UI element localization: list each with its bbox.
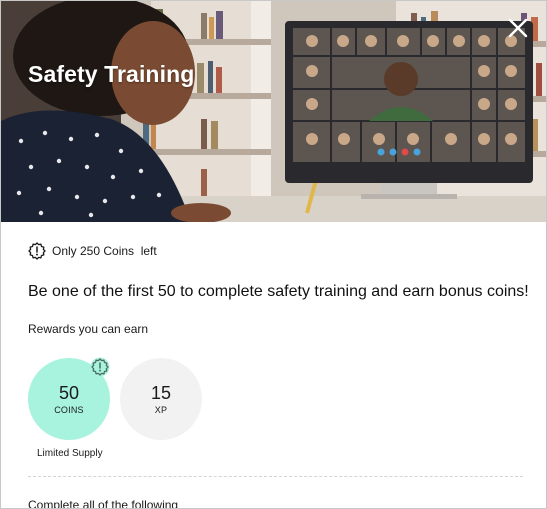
hero-title: Safety Training [28, 61, 195, 87]
coins-left-notice: Only 250 Coins left [28, 242, 157, 260]
reward-xp-unit: XP [154, 405, 168, 415]
section-divider [28, 476, 523, 477]
warning-badge-icon [90, 357, 110, 377]
warning-badge-icon [28, 242, 46, 260]
reward-coins-value: 50 [58, 383, 80, 403]
training-dialog: Safety Training Only 250 Coins left Be o… [0, 0, 547, 509]
reward-xp-value: 15 [150, 383, 172, 403]
tasks-section-label: Complete all of the following [28, 498, 179, 509]
coins-left-text: Only 250 Coins left [52, 244, 157, 258]
close-button[interactable] [506, 16, 530, 40]
headline: Be one of the first 50 to complete safet… [28, 283, 529, 300]
hero-banner: Safety Training [1, 1, 546, 222]
rewards-section-label: Rewards you can earn [28, 322, 149, 336]
reward-coins-unit: COINS [54, 405, 84, 415]
close-icon [508, 18, 528, 38]
limited-supply-caption: Limited Supply [37, 448, 103, 459]
reward-xp: 15 XP [120, 358, 202, 440]
hero-photo [1, 1, 546, 222]
